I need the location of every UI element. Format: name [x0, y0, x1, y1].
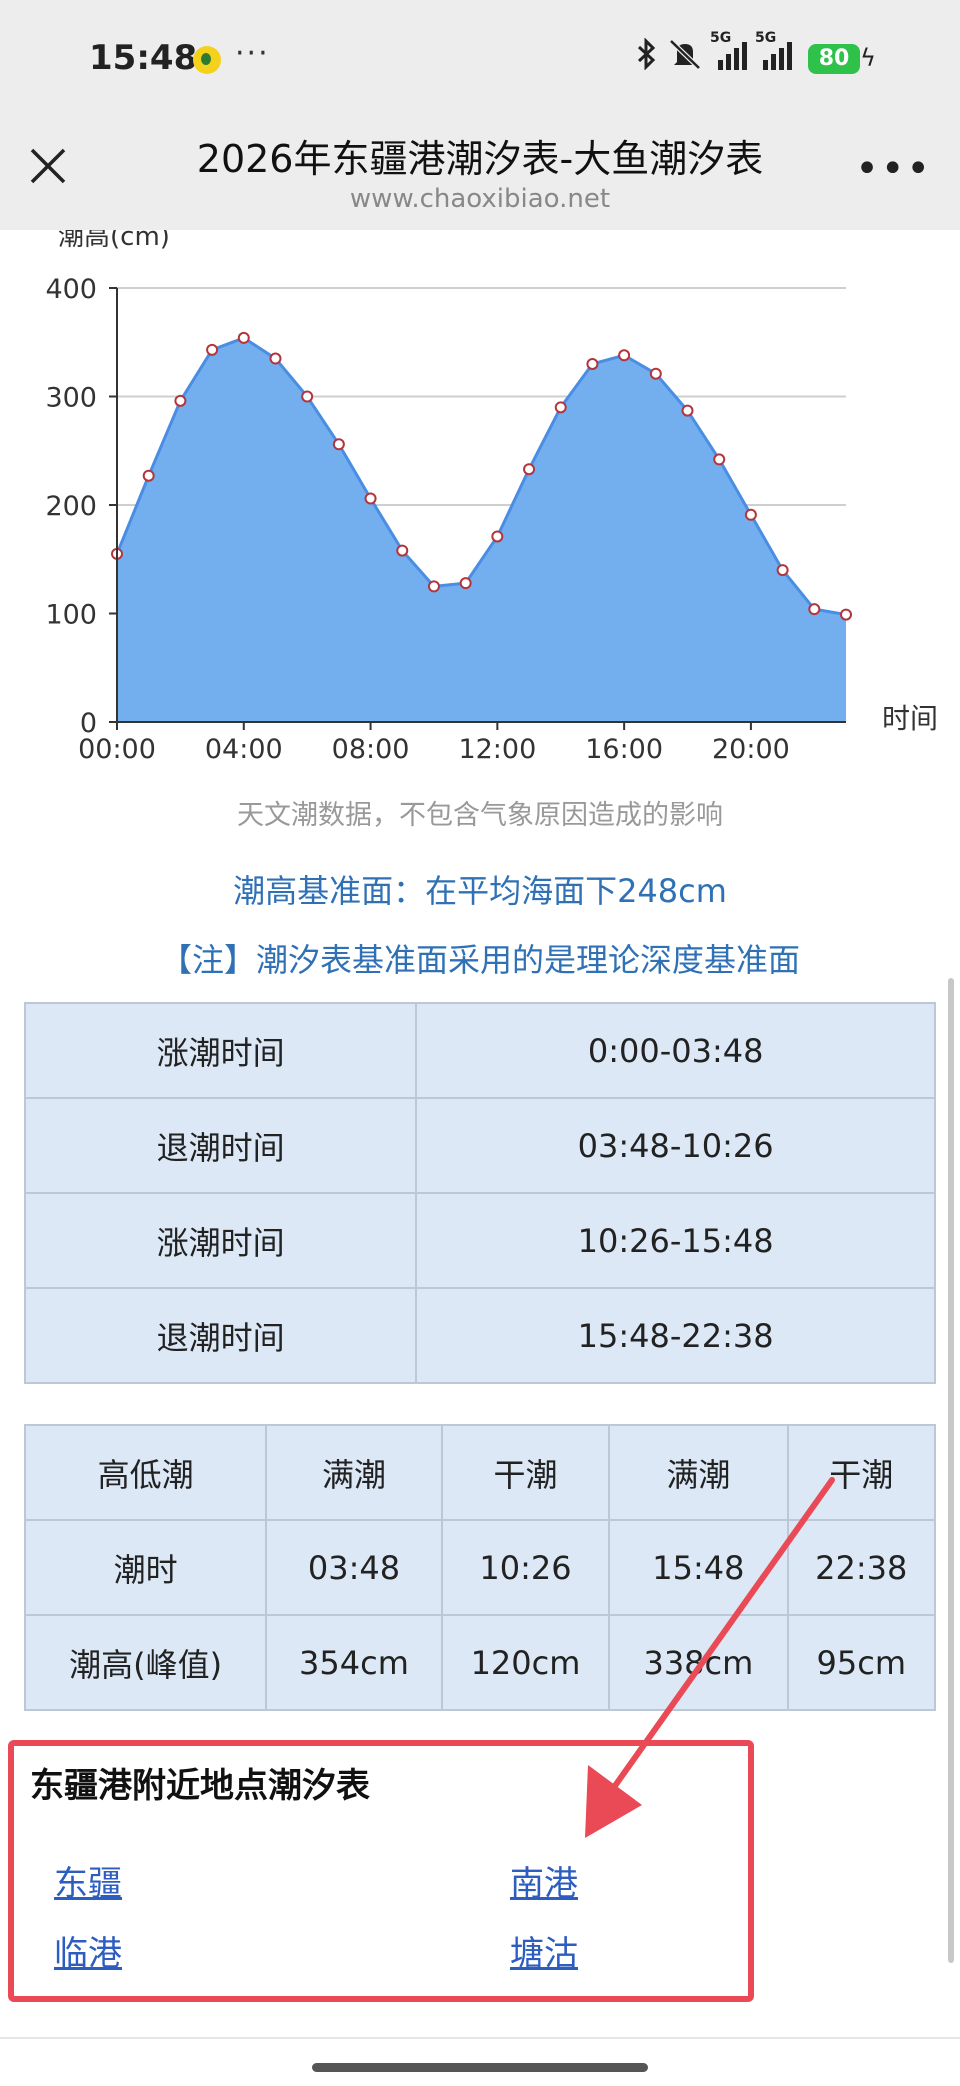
- data-point: [142, 469, 155, 482]
- tide-height-cell: 95cm: [786, 1614, 937, 1711]
- tide-time-cell: 10:26: [440, 1519, 611, 1616]
- period-label: 退潮时间: [23, 1097, 418, 1194]
- x-tick-label: 04:00: [205, 734, 283, 765]
- row-label: 潮时: [23, 1519, 268, 1616]
- status-time: 15:48: [89, 38, 198, 78]
- status-icons: 5G 5G: [636, 30, 792, 70]
- page-title: 2026年东疆港潮汐表-大鱼潮汐表: [196, 137, 764, 181]
- datum-text: 潮高基准面：在平均海面下248cm: [233, 872, 727, 910]
- x-tick-label: 12:00: [458, 734, 536, 765]
- nearby-link-dongjiang[interactable]: 东疆: [54, 1856, 122, 1905]
- data-point: [618, 349, 631, 362]
- data-point: [840, 608, 852, 621]
- table-row: 潮时 03:48 10:26 15:48 22:38: [23, 1519, 937, 1616]
- data-point: [396, 544, 409, 557]
- data-point: [332, 438, 345, 451]
- x-tick-label: 16:00: [585, 734, 663, 765]
- tide-height-cell: 338cm: [608, 1614, 789, 1711]
- tide-type-cell: 满潮: [265, 1424, 443, 1521]
- data-point: [269, 352, 282, 365]
- data-point: [301, 390, 314, 403]
- y-axis-label: 潮高(cm): [58, 230, 170, 252]
- bluetooth-icon: [637, 38, 656, 70]
- tide-time-cell: 22:38: [786, 1519, 937, 1616]
- data-point: [364, 492, 377, 505]
- data-point: [554, 401, 567, 414]
- tide-type-cell: 干潮: [786, 1424, 937, 1521]
- x-axis-label: 时间: [882, 702, 938, 735]
- tide-chart: 潮高(cm) 时间 010020030040000:00 04:00 08:00 12…: [45, 230, 938, 765]
- charging-icon: ϟ: [860, 44, 876, 72]
- signal-icon-1: 5G: [710, 30, 747, 70]
- table-row: 涨潮时间 10:26-15:48: [23, 1192, 936, 1289]
- note-text: 【注】潮汐表基准面采用的是理论深度基准面: [159, 941, 800, 979]
- tide-height-cell: 354cm: [265, 1614, 443, 1711]
- nearby-title: 东疆港附近地点潮汐表: [30, 1766, 370, 1806]
- app-notification-icon: [193, 46, 221, 74]
- y-tick-label: 300: [45, 383, 97, 414]
- data-point: [649, 367, 662, 380]
- y-tick-label: 400: [45, 274, 97, 305]
- footer-divider: [0, 2037, 960, 2039]
- nearby-stations-box: 东疆港附近地点潮汐表 东疆 南港 临港 塘沽: [8, 1740, 754, 2002]
- data-point: [586, 357, 599, 370]
- status-bar: 15:48 ··· 5G 5G 80 ϟ: [0, 0, 960, 118]
- table-row: 高低潮 满潮 干潮 满潮 干潮: [23, 1424, 937, 1521]
- tide-height-cell: 120cm: [440, 1614, 611, 1711]
- x-tick-label: 00:00: [78, 734, 156, 765]
- table-row: 退潮时间 03:48-10:26: [23, 1097, 936, 1194]
- data-point: [681, 404, 694, 417]
- data-point: [744, 508, 757, 521]
- data-point: [808, 603, 821, 616]
- row-label: 潮高(峰值): [23, 1614, 268, 1711]
- x-tick-label: 08:00: [332, 734, 410, 765]
- data-point: [491, 530, 504, 543]
- more-menu-icon[interactable]: •••: [855, 146, 932, 192]
- battery-icon: 80: [808, 44, 860, 74]
- more-notifications-icon: ···: [235, 36, 270, 71]
- title-bar: 2026年东疆港潮汐表-大鱼潮汐表 www.chaoxibiao.net •••: [0, 118, 960, 230]
- period-value: 0:00-03:48: [415, 1002, 936, 1099]
- x-tick-label: 20:00: [712, 734, 790, 765]
- y-tick-label: 100: [45, 600, 97, 631]
- tide-type-cell: 满潮: [608, 1424, 789, 1521]
- period-label: 涨潮时间: [23, 1002, 418, 1099]
- data-point: [523, 463, 536, 476]
- row-label: 高低潮: [23, 1424, 268, 1521]
- tide-time-cell: 03:48: [265, 1519, 443, 1616]
- data-point: [776, 564, 789, 577]
- data-point: [206, 343, 219, 356]
- data-point: [237, 331, 250, 344]
- period-label: 涨潮时间: [23, 1192, 418, 1289]
- tide-period-table: 涨潮时间 0:00-03:48 退潮时间 03:48-10:26 涨潮时间 10:26…: [23, 1002, 936, 1384]
- y-tick-label: 200: [45, 491, 97, 522]
- table-row: 涨潮时间 0:00-03:48: [23, 1002, 936, 1099]
- period-label: 退潮时间: [23, 1287, 418, 1384]
- mute-icon: [669, 39, 701, 70]
- disclaimer-text: 天文潮数据，不包含气象原因造成的影响: [237, 800, 723, 831]
- nearby-link-lingang[interactable]: 临港: [54, 1926, 122, 1975]
- period-value: 03:48-10:26: [415, 1097, 936, 1194]
- period-value: 10:26-15:48: [415, 1192, 936, 1289]
- data-point: [459, 577, 472, 590]
- tide-extremes-table: 高低潮 满潮 干潮 满潮 干潮 潮时 03:48 10:26 15:48 22:…: [23, 1424, 937, 1711]
- data-point: [427, 580, 440, 593]
- tide-time-cell: 15:48: [608, 1519, 789, 1616]
- data-point: [713, 453, 726, 466]
- tide-type-cell: 干潮: [440, 1424, 611, 1521]
- scrollbar[interactable]: [948, 978, 954, 1963]
- home-indicator[interactable]: [312, 2063, 648, 2072]
- period-value: 15:48-22:38: [415, 1287, 936, 1384]
- signal-icon-2: 5G: [755, 30, 792, 70]
- data-point: [174, 394, 187, 407]
- table-row: 潮高(峰值) 354cm 120cm 338cm 95cm: [23, 1614, 937, 1711]
- page-url: www.chaoxibiao.net: [349, 184, 611, 214]
- nearby-link-tanggu[interactable]: 塘沽: [510, 1926, 578, 1975]
- nearby-link-nangang[interactable]: 南港: [510, 1856, 578, 1905]
- table-row: 退潮时间 15:48-22:38: [23, 1287, 936, 1384]
